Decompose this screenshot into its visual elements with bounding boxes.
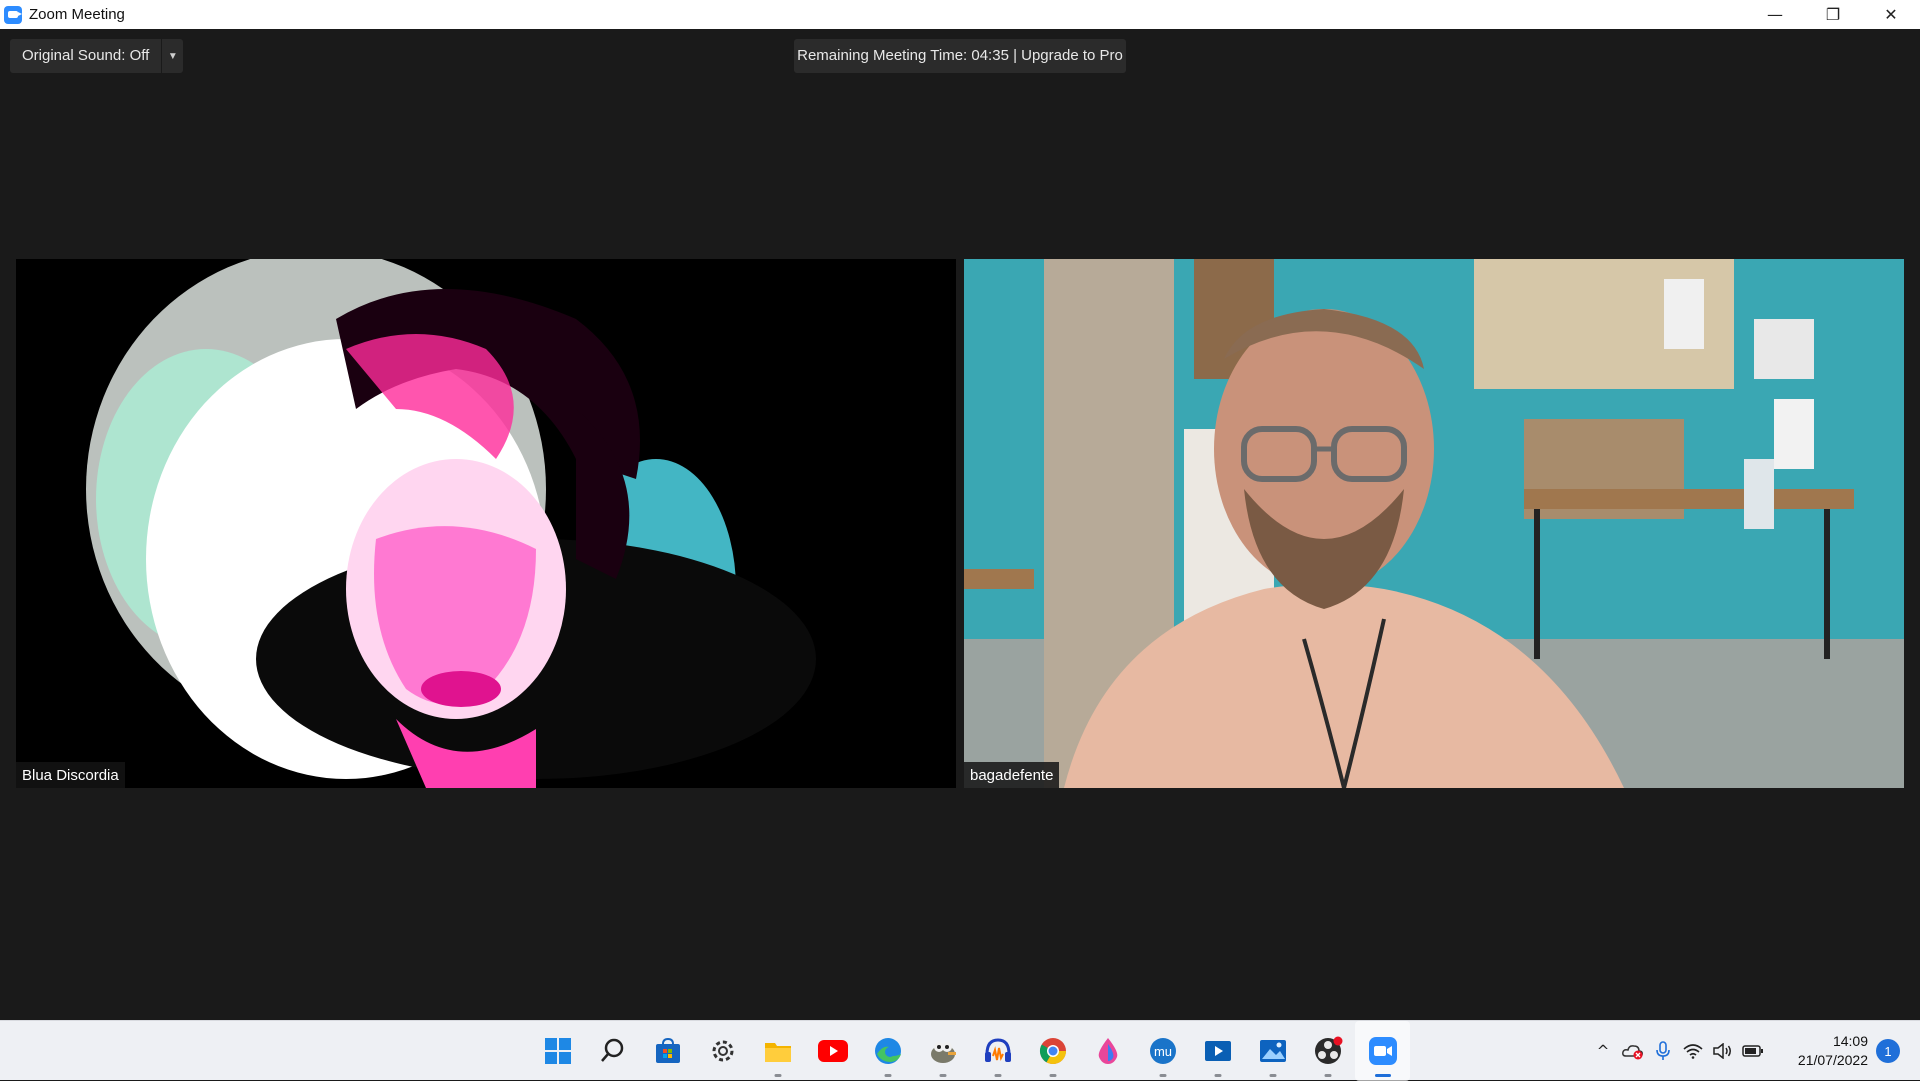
original-sound-control: Original Sound: Off ▼ [10, 39, 184, 73]
show-hidden-icons-button[interactable]: ^ [1588, 1021, 1618, 1081]
running-indicator [884, 1074, 891, 1077]
search-icon [597, 1035, 629, 1067]
taskbar-store[interactable] [640, 1021, 695, 1081]
chevron-up-icon: ^ [1596, 1042, 1610, 1060]
zoom-icon [1367, 1035, 1399, 1067]
krita-drop-icon [1092, 1035, 1124, 1067]
audacity-icon [982, 1035, 1014, 1067]
running-indicator [939, 1074, 946, 1077]
video-tile-participant-2[interactable]: bagadefente [964, 259, 1904, 788]
window-title: Zoom Meeting [29, 6, 125, 23]
participant-1-video-feed [16, 259, 956, 788]
wifi-icon [1683, 1044, 1703, 1059]
running-indicator [774, 1074, 781, 1077]
minimize-button[interactable]: — [1746, 0, 1804, 29]
window-controls: — ❐ ✕ [1746, 0, 1920, 29]
running-indicator [1214, 1074, 1221, 1077]
taskbar-video-editor[interactable] [1190, 1021, 1245, 1081]
participant-name-label: bagadefente [964, 762, 1060, 788]
chrome-icon [1037, 1035, 1069, 1067]
system-tray: ^ 14:09 21/07/2022 1 [1588, 1021, 1920, 1081]
microsoft-store-icon [652, 1035, 684, 1067]
taskbar-start[interactable] [530, 1021, 585, 1081]
video-editor-icon [1202, 1035, 1234, 1067]
clock-time: 14:09 [1832, 1033, 1868, 1049]
cloud-error-icon [1622, 1045, 1643, 1060]
speaker-icon [1713, 1043, 1731, 1059]
video-tile-participant-1[interactable]: Blua Discordia [16, 259, 956, 788]
restore-button[interactable]: ❐ [1804, 0, 1862, 29]
running-indicator [1374, 1074, 1391, 1077]
tray-clock[interactable]: 14:09 21/07/2022 [1768, 1032, 1868, 1070]
close-button[interactable]: ✕ [1862, 0, 1920, 29]
windows-start-icon [542, 1035, 574, 1067]
file-explorer-icon [762, 1035, 794, 1067]
taskbar-file-explorer[interactable] [750, 1021, 805, 1081]
settings-gear-icon [707, 1035, 739, 1067]
tray-microphone[interactable] [1648, 1021, 1678, 1081]
title-bar: Zoom Meeting — ❐ ✕ [0, 0, 1920, 29]
participant-2-video-feed [964, 259, 1904, 788]
taskbar: mu ^ 14:09 21/07/2022 1 [0, 1020, 1920, 1081]
taskbar-youtube[interactable] [805, 1021, 860, 1081]
original-sound-button[interactable]: Original Sound: Off [10, 39, 161, 73]
taskbar-chrome[interactable] [1025, 1021, 1080, 1081]
running-indicator [1324, 1074, 1331, 1077]
svg-text:mu: mu [1153, 1044, 1171, 1059]
youtube-icon [817, 1035, 849, 1067]
gimp-icon [927, 1035, 959, 1067]
taskbar-edge[interactable] [860, 1021, 915, 1081]
edge-browser-icon [872, 1035, 904, 1067]
original-sound-dropdown[interactable]: ▼ [161, 39, 183, 73]
taskbar-settings[interactable] [695, 1021, 750, 1081]
taskbar-obs-studio[interactable] [1300, 1021, 1355, 1081]
taskbar-photos[interactable] [1245, 1021, 1300, 1081]
participant-name-label: Blua Discordia [16, 762, 125, 788]
tray-volume[interactable] [1708, 1021, 1738, 1081]
running-indicator [994, 1074, 1001, 1077]
notification-badge[interactable]: 1 [1876, 1039, 1900, 1063]
tray-battery[interactable] [1738, 1021, 1768, 1081]
taskbar-musescore[interactable]: mu [1135, 1021, 1190, 1081]
running-indicator [1049, 1074, 1056, 1077]
tray-onedrive[interactable] [1618, 1021, 1648, 1081]
battery-icon [1742, 1045, 1763, 1057]
zoom-app-icon [4, 5, 22, 24]
taskbar-gimp[interactable] [915, 1021, 970, 1081]
clock-date: 21/07/2022 [1797, 1052, 1868, 1068]
microphone-icon [1656, 1041, 1670, 1060]
running-indicator [1159, 1074, 1166, 1077]
tray-wifi[interactable] [1678, 1021, 1708, 1081]
taskbar-pinned-apps: mu [530, 1021, 1410, 1081]
taskbar-search[interactable] [585, 1021, 640, 1081]
taskbar-krita[interactable] [1080, 1021, 1135, 1081]
remaining-time-banner[interactable]: Remaining Meeting Time: 04:35 | Upgrade … [794, 39, 1126, 73]
running-indicator [1269, 1074, 1276, 1077]
obs-studio-icon [1312, 1035, 1344, 1067]
taskbar-zoom[interactable] [1355, 1021, 1410, 1081]
taskbar-audacity[interactable] [970, 1021, 1025, 1081]
photos-icon [1257, 1035, 1289, 1067]
musescore-icon: mu [1147, 1035, 1179, 1067]
